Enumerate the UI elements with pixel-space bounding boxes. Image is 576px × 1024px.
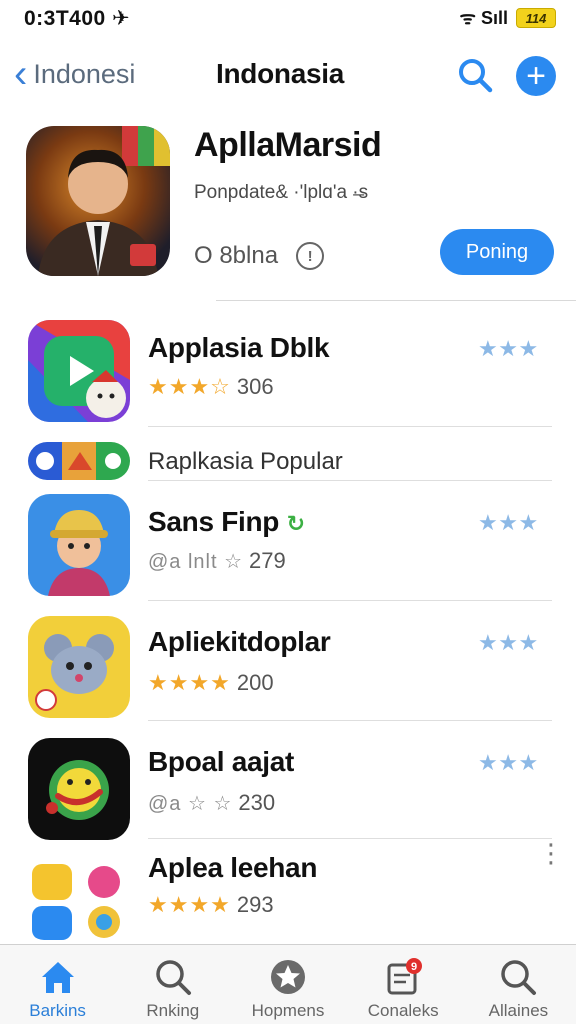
signal-icon: ᯤ Sıll — [459, 8, 508, 28]
list-item[interactable]: Aplea leehan ★★★★ 293 — [0, 846, 576, 942]
badge-count: 9 — [411, 961, 417, 973]
back-label: Indonesi — [33, 58, 136, 89]
app-rating: ★★★☆ 306 — [148, 374, 274, 400]
updates-icon: 9 — [387, 958, 423, 995]
rating-stars: @a ☆ ☆ — [148, 792, 233, 815]
list-item[interactable]: Sans Finp ↻ @a lnlt ☆ 279 ★★★ — [0, 490, 576, 604]
cartoon-mouse-icon — [28, 616, 130, 718]
search-icon — [459, 59, 493, 93]
search-button[interactable] — [456, 56, 494, 94]
star-icon — [271, 960, 305, 994]
video-play-icon — [28, 320, 130, 422]
rating-stars: ★★★★ — [148, 892, 231, 917]
app-icon — [28, 860, 130, 940]
app-name: Applasia Dblk — [148, 332, 330, 363]
app-icon — [28, 320, 130, 422]
back-button[interactable]: ‹ Indonesi — [14, 54, 135, 94]
battery-icon: 114 — [516, 8, 556, 28]
chevron-left-icon: ‹ — [14, 52, 28, 96]
featured-app: ApllaMarsid Ponpdate& ·'lplɑ'a ·̶s O 8bl… — [0, 118, 576, 302]
trailing-stars: ★★★ — [478, 336, 539, 361]
tab-label: Conaleks — [367, 1001, 439, 1020]
app-icon — [28, 494, 130, 596]
home-icon — [41, 962, 74, 993]
app-name: Sans Finp ↻ — [148, 506, 305, 537]
divider — [148, 838, 552, 839]
app-grid-icon — [28, 860, 130, 940]
rating-stars: ★★★★ — [148, 670, 231, 695]
divider — [216, 300, 576, 301]
app-name: Apliekitdoplar — [148, 626, 331, 657]
app-icon — [28, 738, 130, 840]
section-title: Raplkasia Popular — [148, 448, 343, 475]
category-icons — [28, 442, 130, 480]
rating-stars: ★★★☆ — [148, 374, 231, 399]
refresh-icon: ↻ — [286, 511, 305, 536]
app-name: Aplea leehan — [148, 852, 318, 883]
trailing-stars: ★★★ — [478, 750, 539, 775]
tab-label: Allaines — [488, 1001, 549, 1020]
app-rating: ★★★★ 200 — [148, 670, 274, 696]
portrait-image — [38, 126, 170, 276]
divider — [148, 600, 552, 601]
status-bar: 0:3T400 ✈ ᯤ Sıll 114 — [0, 0, 576, 36]
rating-count: 293 — [236, 892, 274, 917]
divider — [148, 426, 552, 427]
rating-stars: @a lnlt ☆ — [148, 550, 244, 573]
app-rating: @a lnlt ☆ 279 — [148, 548, 286, 574]
search-icon — [156, 960, 191, 995]
featured-app-title: ApllaMarsid — [194, 126, 382, 164]
list-item[interactable]: Applasia Dblk ★★★☆ 306 ★★★ — [0, 318, 576, 428]
featured-app-icon[interactable] — [26, 126, 170, 276]
info-icon[interactable]: ! — [296, 242, 325, 270]
tab-label: Barkins — [29, 1001, 86, 1020]
tab-label: Rnking — [146, 1001, 200, 1020]
divider — [148, 480, 552, 481]
navigation-bar: ‹ Indonesi Indonasia + — [0, 46, 576, 104]
featured-app-size: O 8blna — [194, 242, 279, 269]
status-icons: ᯤ Sıll 114 — [460, 6, 556, 30]
rating-count: 279 — [249, 548, 286, 573]
app-name: Bpoal aajat — [148, 746, 295, 777]
category-strip-icon — [28, 442, 130, 480]
get-button[interactable]: Poning — [440, 229, 554, 275]
cartoon-boy-icon — [28, 494, 130, 596]
plus-icon: + — [526, 57, 546, 95]
tab-label: Hopmens — [251, 1001, 325, 1020]
divider — [148, 720, 552, 721]
cartoon-sun-icon — [28, 738, 130, 840]
tab-search[interactable]: Allaines — [461, 945, 576, 1024]
trailing-stars: ★★★ — [478, 510, 539, 535]
list-item[interactable]: Bpoal aajat @a ☆ ☆ 230 ★★★ — [0, 734, 576, 842]
tab-featured[interactable]: Hopmens — [230, 945, 345, 1024]
featured-app-subtitle: Ponpdate& ·'lplɑ'a ·̶s — [194, 182, 369, 203]
app-rating: @a ☆ ☆ 230 — [148, 790, 275, 816]
rating-count: 200 — [236, 670, 274, 695]
list-item[interactable]: Apliekitdoplar ★★★★ 200 ★★★ — [0, 612, 576, 724]
app-rating: ★★★★ 293 — [148, 892, 274, 918]
rating-count: 306 — [236, 374, 274, 399]
rating-count: 230 — [238, 790, 276, 815]
tab-ranking[interactable]: Rnking — [115, 945, 230, 1024]
search-icon — [501, 960, 537, 995]
featured-app-meta: O 8blna ! — [194, 242, 325, 270]
more-options-icon[interactable]: ⋮ — [538, 840, 564, 866]
tab-bar: Barkins Rnking Hopmens 9 Conaleks Allain… — [0, 944, 576, 1024]
app-icon — [28, 616, 130, 718]
add-button[interactable]: + — [516, 56, 556, 96]
trailing-stars: ★★★ — [478, 630, 539, 655]
page-title: Indonasia — [216, 58, 344, 89]
status-time: 0:3T400 ✈ — [24, 6, 131, 30]
tab-updates[interactable]: 9 Conaleks — [346, 945, 461, 1024]
section-header: Raplkasia Popular — [0, 440, 576, 484]
tab-home[interactable]: Barkins — [0, 945, 115, 1024]
